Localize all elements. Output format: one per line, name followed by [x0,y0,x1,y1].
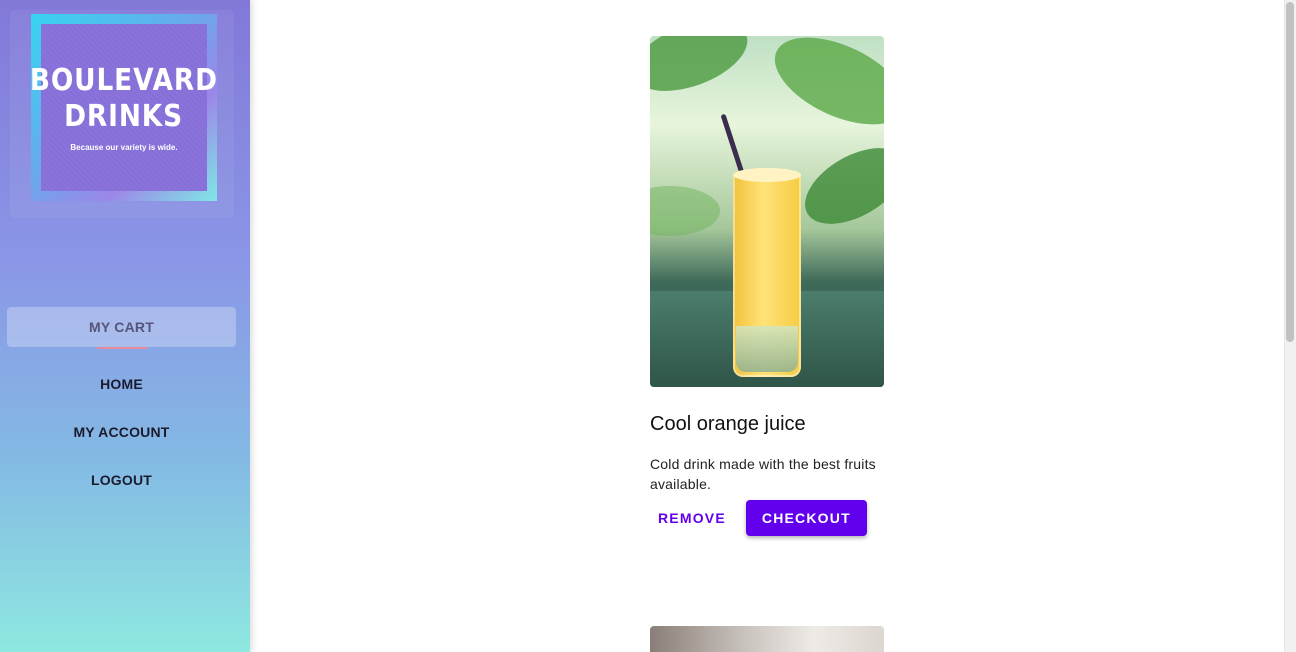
nav-item-home[interactable]: HOME [7,364,236,404]
logo-line-1: BOULEVARD [29,63,219,98]
leaf-shape [650,186,720,236]
sidebar: BOULEVARD DRINKS Because our variety is … [0,0,250,652]
product-description: Cold drink made with the best fruits ava… [650,456,876,492]
glass-base [736,326,798,372]
next-product-image [650,626,884,652]
scrollbar-thumb[interactable] [1286,2,1294,342]
nav-item-logout[interactable]: LOGOUT [7,460,236,500]
checkout-button[interactable]: CHECKOUT [745,500,867,536]
logo-line-2: DRINKS [64,99,184,134]
active-indicator [97,347,147,349]
logo-tagline: Because our variety is wide. [70,143,178,152]
cart-item-card: Cool orange juice Cold drink made with t… [650,36,884,536]
nav-item-my-account[interactable]: MY ACCOUNT [7,412,236,452]
leaf-shape [761,36,884,143]
remove-button[interactable]: REMOVE [650,502,734,534]
product-title: Cool orange juice [650,413,806,435]
card-actions: REMOVE CHECKOUT [650,500,884,536]
logo-inner: BOULEVARD DRINKS Because our variety is … [30,24,217,191]
brand-logo[interactable]: BOULEVARD DRINKS Because our variety is … [30,14,217,201]
nav-item-my-cart[interactable]: MY CART [7,307,236,347]
juice-foam [733,168,801,182]
leaf-shape [792,132,884,240]
leaf-shape [650,36,757,105]
product-image [650,36,884,387]
